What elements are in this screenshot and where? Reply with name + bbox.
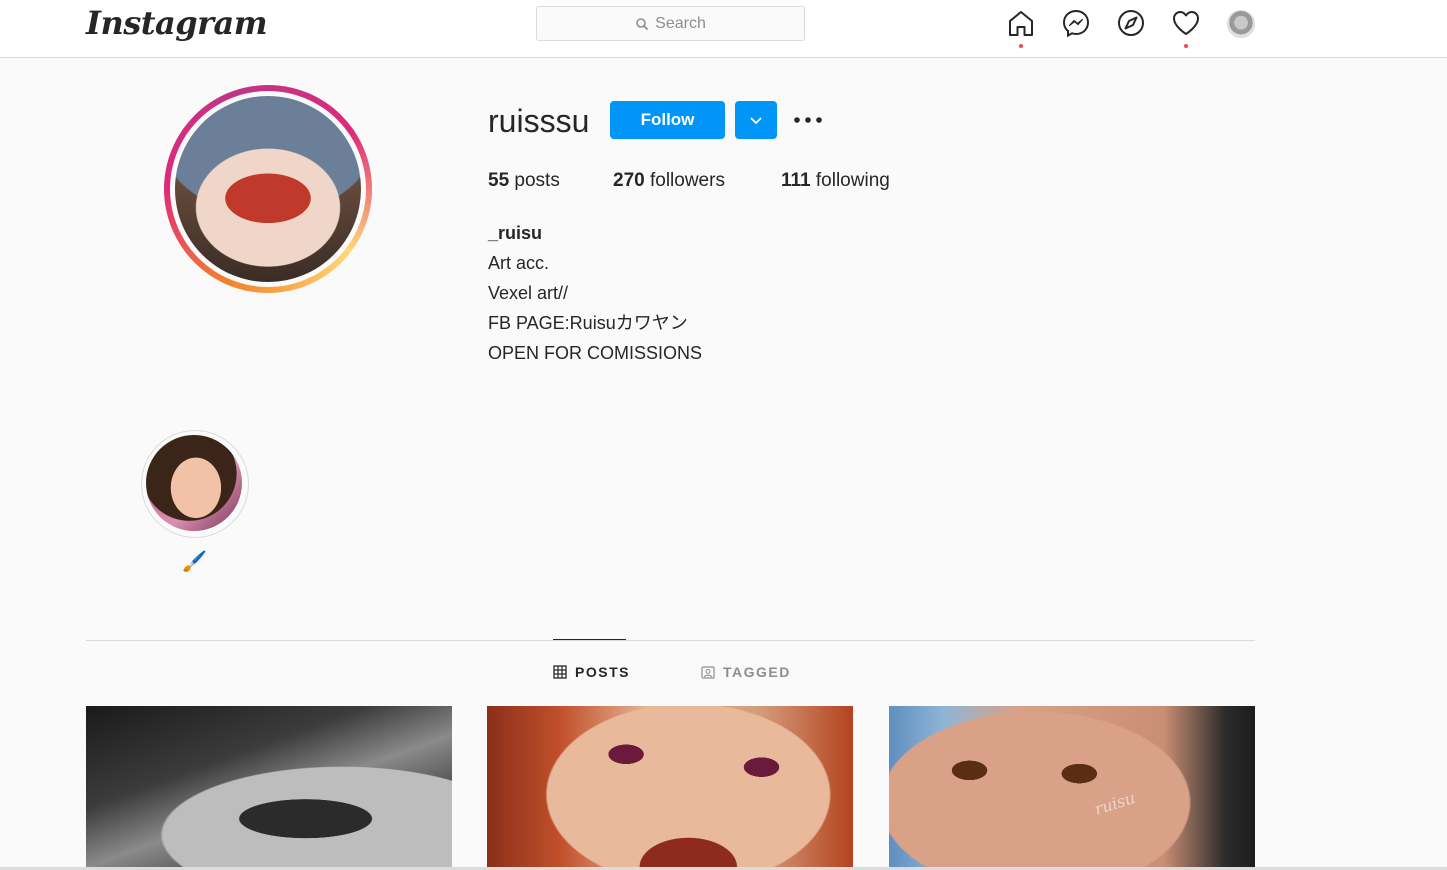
bio-line: Vexel art// [488,283,569,303]
search-icon [636,17,649,30]
story-highlight[interactable] [141,430,249,538]
activity-notification-dot [1184,44,1188,48]
post-thumbnail[interactable] [487,706,853,867]
more-options-button[interactable] [793,108,823,132]
post-thumbnail[interactable] [86,706,452,867]
posts-count: 55 posts [488,170,560,192]
bio-line: OPEN FOR COMISSIONS [488,343,703,363]
profile-avatar-button[interactable] [1227,10,1255,38]
grid-icon [553,665,567,679]
search-placeholder: Search [655,14,706,32]
followers-number: 270 [613,170,645,191]
explore-icon [1118,10,1144,36]
highlight-label: 🖌️ [182,551,207,573]
instagram-logo[interactable]: Instagram [86,4,268,42]
follow-button[interactable]: Follow [610,101,725,139]
following-number: 111 [781,170,811,191]
profile-full-name: _ruisu [488,223,543,243]
search-input[interactable]: Search [536,6,805,41]
messenger-button[interactable] [1061,8,1091,38]
tab-posts-label: POSTS [575,664,630,680]
bio-line: Art acc. [488,253,550,273]
chevron-down-icon [750,117,762,125]
explore-button[interactable] [1116,8,1146,38]
home-button[interactable] [1006,8,1036,38]
posts-label: posts [514,170,560,191]
avatar-gap [170,91,366,287]
posts-number: 55 [488,170,510,191]
profile-username: ruisssu [488,103,590,139]
profile-picture [175,96,361,282]
active-tab-indicator [553,639,626,640]
messenger-icon [1062,9,1090,38]
more-dots-icon [794,117,822,123]
followers-label: followers [649,170,725,191]
home-icon [1009,11,1033,36]
bio-line: FB PAGE:Ruisuカワヤン [488,313,688,333]
following-label: following [815,170,890,191]
top-navbar: Instagram Search [0,0,1447,58]
tagged-user-icon [701,666,715,679]
home-notification-dot [1019,44,1023,48]
highlight-cover [146,435,242,531]
tab-posts[interactable]: POSTS [553,664,630,680]
following-link[interactable]: 111 following [781,170,890,192]
tabs-divider [86,640,1255,641]
profile-avatar[interactable] [164,85,372,293]
activity-button[interactable] [1171,8,1201,38]
tab-tagged-label: TAGGED [723,664,791,680]
suggested-dropdown-button[interactable] [735,101,777,139]
post-watermark: ruisu [1092,788,1138,819]
post-thumbnail[interactable]: ruisu [889,706,1255,867]
followers-link[interactable]: 270 followers [613,170,725,192]
heart-icon [1173,11,1199,35]
tab-tagged[interactable]: TAGGED [701,664,791,680]
